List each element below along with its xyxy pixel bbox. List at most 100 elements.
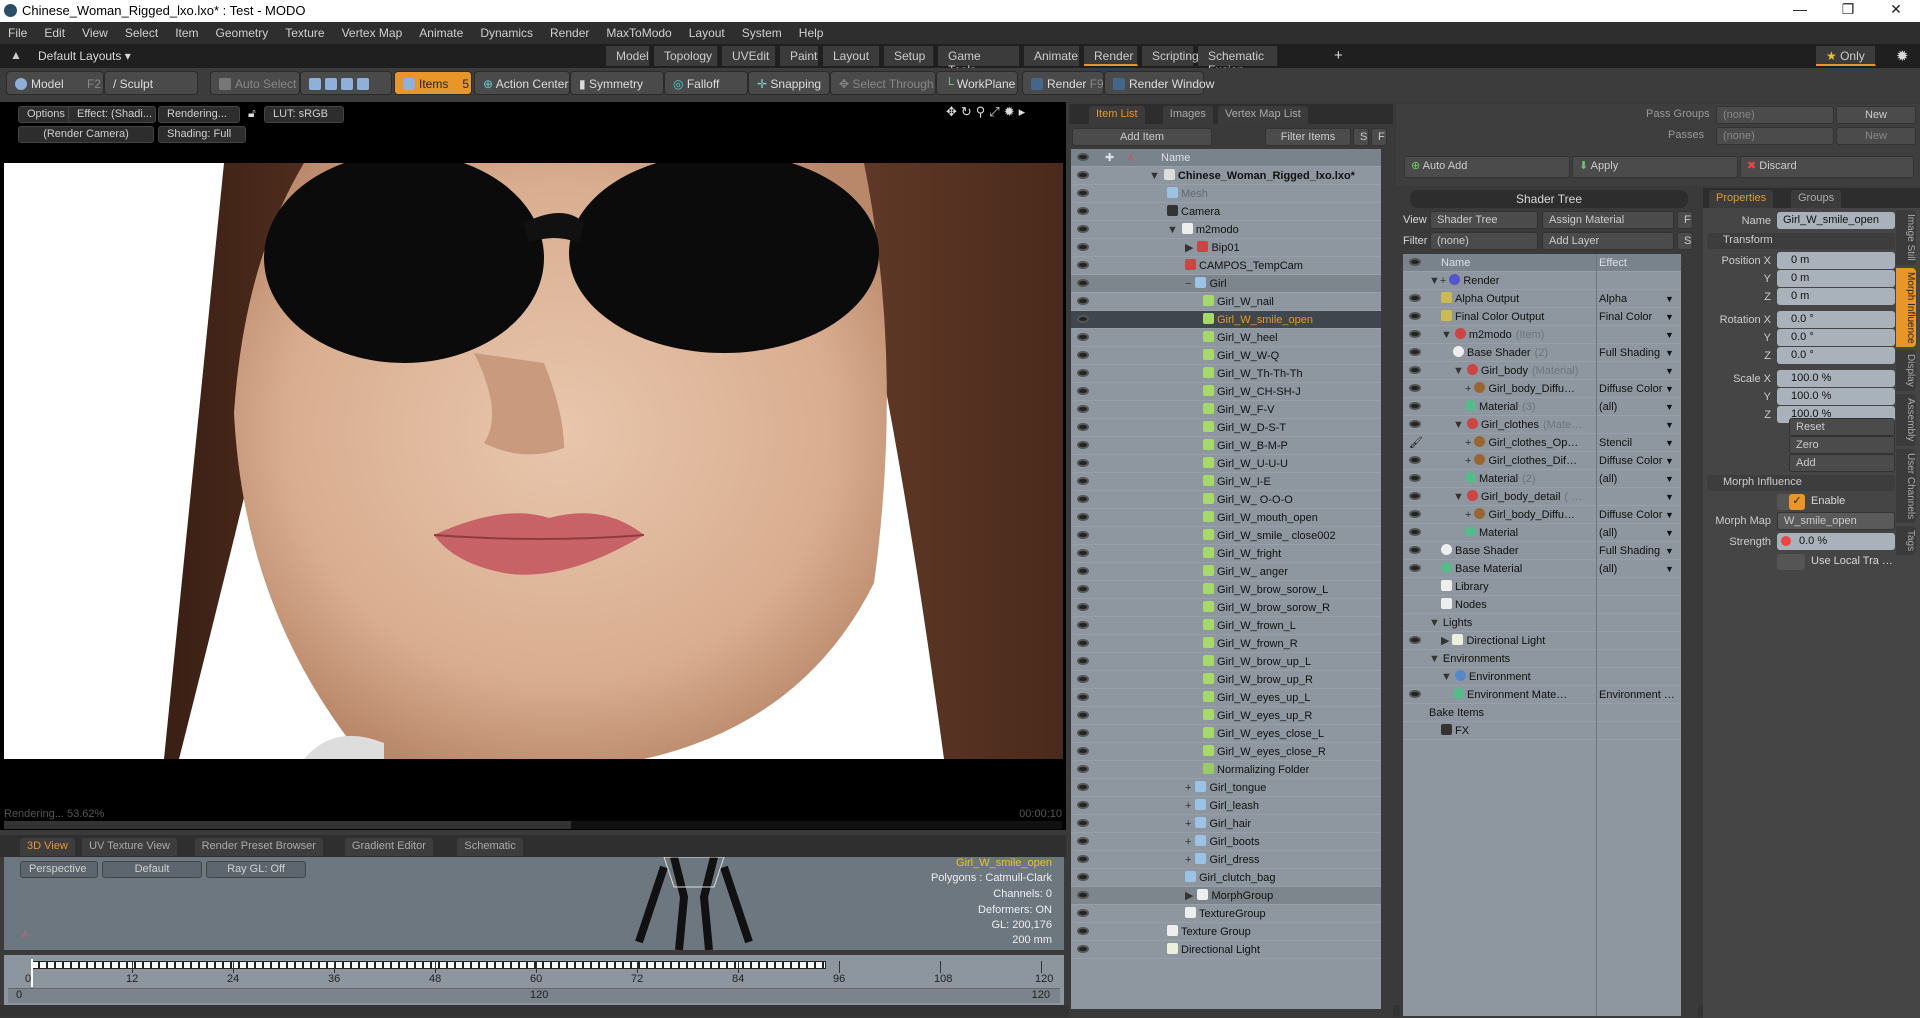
transform-field[interactable]: 0 m — [1777, 288, 1895, 305]
item-row[interactable]: ▼ Chinese_Woman_Rigged_lxo.lxo* — [1071, 167, 1381, 185]
visibility-eye-icon[interactable] — [1077, 261, 1089, 269]
zero-dropdown[interactable]: Zero — [1789, 436, 1895, 454]
visibility-eye-icon[interactable] — [1077, 531, 1089, 539]
expand-toggle-icon[interactable]: + — [1185, 782, 1191, 794]
visibility-eye-icon[interactable] — [1077, 189, 1089, 197]
visibility-eye-icon[interactable] — [1077, 729, 1089, 737]
assign-material-button[interactable]: Assign Material — [1542, 211, 1674, 229]
transform-field[interactable]: 0 m — [1777, 270, 1895, 287]
morph-map-dropdown[interactable]: W_smile_open — [1777, 512, 1895, 530]
f-button[interactable]: F — [1677, 211, 1693, 229]
effect-dropdown[interactable]: Environment … — [1599, 686, 1675, 704]
shading-style-dropdown[interactable]: Default — [102, 861, 202, 878]
add-layout-tab-button[interactable]: + — [1334, 47, 1343, 64]
shader-row[interactable]: ▼ Girl_clothes (Mate… ▼ — [1403, 416, 1681, 434]
view-dropdown[interactable]: Shader Tree — [1430, 211, 1538, 229]
tab-item-list[interactable]: Item List — [1089, 106, 1145, 124]
chevron-down-icon[interactable]: ▼ — [1665, 344, 1674, 362]
item-row[interactable]: CAMPOS_TempCam — [1071, 257, 1381, 275]
tab-render-preset-browser[interactable]: Render Preset Browser — [194, 838, 323, 856]
layout-tab-layout[interactable]: Layout — [823, 46, 880, 66]
item-row[interactable]: Girl_W_eyes_close_L — [1071, 725, 1381, 743]
visibility-eye-icon[interactable] — [1077, 639, 1089, 647]
visibility-eye-icon[interactable] — [1077, 891, 1089, 899]
visibility-eye-icon[interactable] — [1077, 369, 1089, 377]
shader-row[interactable]: ▼ Girl_body_detail( … ▼ — [1403, 488, 1681, 506]
item-row[interactable]: Girl_W_CH-SH-J — [1071, 383, 1381, 401]
item-row[interactable]: Girl_W_B-M-P — [1071, 437, 1381, 455]
visibility-eye-icon[interactable] — [1077, 855, 1089, 863]
reset-dropdown[interactable]: Reset — [1789, 418, 1895, 436]
shader-row[interactable]: Nodes — [1403, 596, 1681, 614]
visibility-eye-icon[interactable] — [1077, 297, 1089, 305]
falloff-button[interactable]: ◎ Falloff — [664, 71, 748, 95]
item-row[interactable]: TextureGroup — [1071, 905, 1381, 923]
perspective-dropdown[interactable]: Perspective — [20, 861, 98, 878]
visibility-eye-icon[interactable] — [1409, 474, 1421, 482]
visibility-column-icon[interactable] — [1409, 258, 1421, 266]
item-row[interactable]: Directional Light — [1071, 941, 1381, 959]
expand-toggle-icon[interactable]: + — [1185, 854, 1191, 866]
expand-toggle-icon[interactable]: + — [1465, 437, 1471, 449]
vertex-icon[interactable] — [309, 78, 321, 90]
visibility-eye-icon[interactable] — [1409, 546, 1421, 554]
layout-tab-animate[interactable]: Animate — [1024, 46, 1080, 66]
new-pass-group-button[interactable]: New — [1836, 106, 1916, 124]
shading-dropdown[interactable]: Shading: Full — [158, 126, 246, 143]
item-row[interactable]: Girl_W_D-S-T — [1071, 419, 1381, 437]
visibility-eye-icon[interactable] — [1077, 873, 1089, 881]
item-row[interactable]: + Girl_leash — [1071, 797, 1381, 815]
item-row[interactable]: Girl_W_mouth_open — [1071, 509, 1381, 527]
item-row[interactable]: + Girl_dress — [1071, 851, 1381, 869]
f-button[interactable]: F — [1371, 128, 1387, 146]
layout-tab-setup[interactable]: Setup — [884, 46, 934, 66]
visibility-eye-icon[interactable] — [1409, 348, 1421, 356]
visibility-eye-icon[interactable] — [1409, 384, 1421, 392]
expand-toggle-icon[interactable]: + — [1185, 800, 1191, 812]
locator-column-icon[interactable]: ⅄ — [1127, 149, 1134, 167]
snapping-button[interactable]: ✛ Snapping — [748, 71, 830, 95]
layout-tab-topology[interactable]: Topology — [654, 46, 718, 66]
visibility-eye-icon[interactable] — [1077, 207, 1089, 215]
shader-row[interactable]: Bake Items — [1403, 704, 1681, 722]
transform-field[interactable]: 0.0 ° — [1777, 311, 1895, 328]
visibility-eye-icon[interactable] — [1077, 693, 1089, 701]
effect-dropdown[interactable]: Full Shading — [1599, 542, 1660, 560]
effect-dropdown[interactable]: Diffuse Color — [1599, 380, 1662, 398]
tab-schematic[interactable]: Schematic — [457, 838, 523, 856]
name-field[interactable]: Girl_W_smile_open — [1777, 212, 1895, 229]
menu-edit[interactable]: Edit — [44, 26, 65, 40]
item-row[interactable]: Girl_W_brow_up_L — [1071, 653, 1381, 671]
render-viewport[interactable]: Options Effect: (Shadi... Rendering... 🔓… — [0, 102, 1066, 830]
effect-column-header[interactable]: Effect — [1599, 254, 1627, 272]
item-row[interactable]: Girl_W_U-U-U — [1071, 455, 1381, 473]
symmetry-button[interactable]: ▮ Symmetry — [570, 71, 664, 95]
pass-groups-dropdown[interactable]: (none) — [1716, 106, 1834, 124]
layout-tab-schematic-fusion[interactable]: Schematic Fusion — [1198, 46, 1278, 77]
item-row[interactable]: ▼ m2modo — [1071, 221, 1381, 239]
visibility-eye-icon[interactable] — [1077, 549, 1089, 557]
visibility-eye-icon[interactable] — [1077, 711, 1089, 719]
expand-toggle-icon[interactable]: ▶ — [1185, 242, 1193, 254]
visibility-eye-icon[interactable] — [1077, 585, 1089, 593]
menu-system[interactable]: System — [742, 26, 782, 40]
visibility-eye-icon[interactable] — [1077, 801, 1089, 809]
ray-gl-dropdown[interactable]: Ray GL: Off — [206, 861, 306, 878]
shader-row[interactable]: Library — [1403, 578, 1681, 596]
item-row[interactable]: Girl_clutch_bag — [1071, 869, 1381, 887]
3d-view[interactable]: Perspective Default Ray GL: Off ⅄ Girl_W… — [4, 857, 1064, 950]
shader-row[interactable]: + Girl_body_Diffu… Diffuse Color ▼ — [1403, 380, 1681, 398]
passes-dropdown[interactable]: (none) — [1716, 127, 1834, 145]
chevron-down-icon[interactable]: ▼ — [1665, 452, 1674, 470]
tab-vertex-map-list[interactable]: Vertex Map List — [1218, 106, 1308, 124]
discard-button[interactable]: ✖ Discard — [1740, 156, 1914, 178]
tab-properties[interactable]: Properties — [1709, 190, 1774, 208]
workplane-button[interactable]: └ WorkPlane — [936, 71, 1018, 95]
expand-toggle-icon[interactable]: + — [1185, 818, 1191, 830]
menu-dynamics[interactable]: Dynamics — [480, 26, 533, 40]
item-row[interactable]: Girl_W_frown_R — [1071, 635, 1381, 653]
new-pass-button[interactable]: New — [1836, 127, 1916, 145]
visibility-eye-icon[interactable] — [1077, 567, 1089, 575]
visibility-eye-icon[interactable] — [1077, 279, 1089, 287]
item-row[interactable]: Girl_W_heel — [1071, 329, 1381, 347]
